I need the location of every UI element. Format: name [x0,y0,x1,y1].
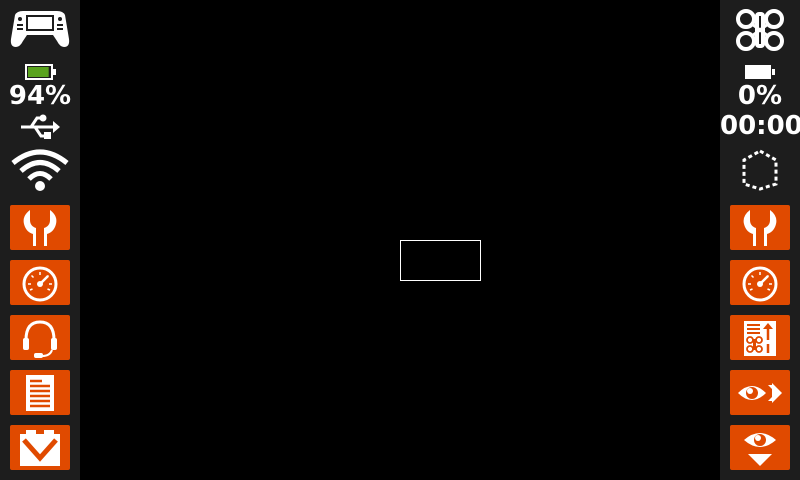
controller-icon [0,8,80,50]
gauge-button[interactable] [10,260,70,305]
right-sidebar: 0% 00:00 [720,0,800,480]
drone-checklist-icon [744,320,776,356]
right-wrench-button[interactable] [730,205,790,250]
drone-checklist-button[interactable] [730,315,790,360]
headset-icon [23,319,57,358]
usb-icon [0,112,80,142]
eye-forward-icon [738,382,782,403]
gauge-icon [742,266,778,301]
eye-down-button[interactable] [730,425,790,470]
right-gauge-button[interactable] [730,260,790,305]
document-icon [26,374,54,411]
eye-down-icon [744,432,776,466]
controller-battery-icon [25,64,56,80]
drone-icon [720,8,800,52]
headset-button[interactable] [10,315,70,360]
drone-battery-icon [744,64,775,79]
gauge-icon [22,266,58,301]
wrench-icon [23,209,57,246]
wifi-icon [0,148,80,192]
controller-battery-percent: 94% [8,81,72,111]
wrench-button[interactable] [10,205,70,250]
left-sidebar: 94% [0,0,80,480]
geofence-icon [720,148,800,192]
video-frame-marker [400,240,481,281]
flight-time: 00:00 [720,111,800,141]
inbox-button[interactable] [10,425,70,470]
eye-forward-button[interactable] [730,370,790,415]
document-button[interactable] [10,370,70,415]
wrench-icon [743,209,777,246]
inbox-icon [20,429,60,466]
drone-battery-percent: 0% [737,81,783,111]
